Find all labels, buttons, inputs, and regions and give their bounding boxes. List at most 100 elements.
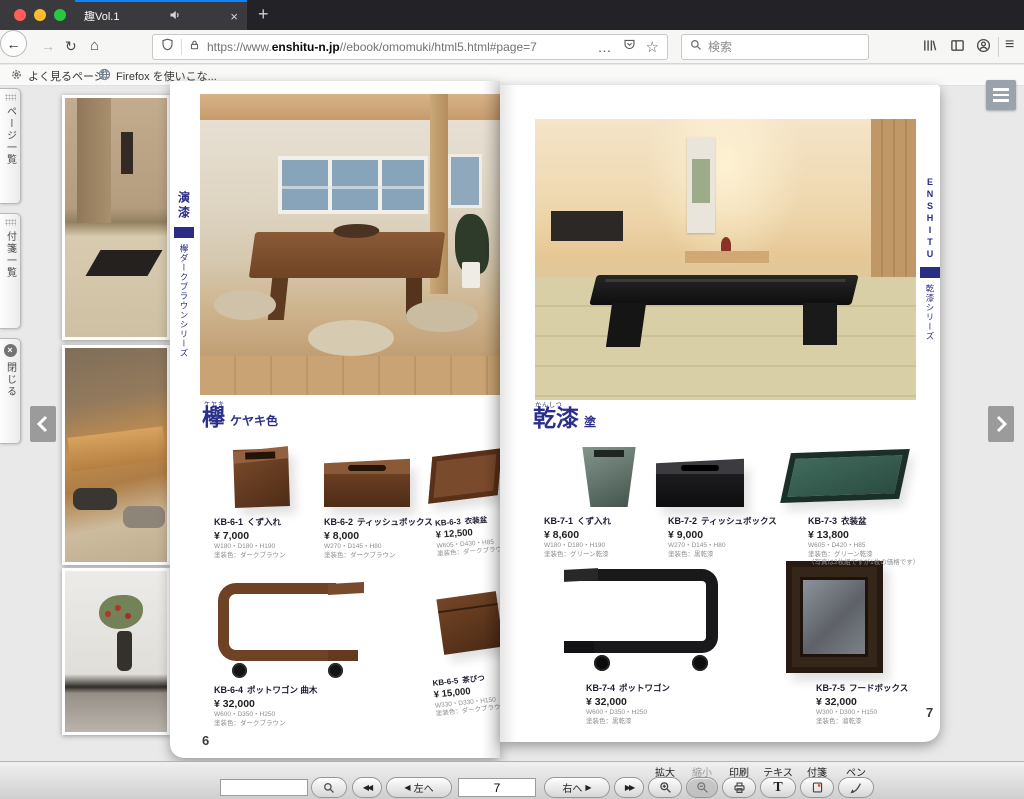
sidebar-toggle-icon[interactable] [950,38,965,58]
lock-icon[interactable] [189,38,200,56]
bookmark-frequent[interactable]: よく見るページ [10,68,105,84]
page-number-left: 6 [202,733,209,748]
book-page-left[interactable]: 演漆 欅ダークブラウンシリーズ 欅ケヤキケヤキ色 KB-6-1くず入れ ¥ 7,… [170,81,500,758]
thumb-door-shape [77,98,111,223]
spine-series-text: 欅ダークブラウンシリーズ [178,244,190,358]
back-button[interactable]: ← [0,30,27,57]
product-photo-kb-7-2 [656,461,744,507]
traffic-minimize-icon[interactable] [34,9,46,21]
page-thumbnail-1[interactable] [62,95,170,340]
sidebar-tab-label: ページ一覧 [3,106,18,166]
thumbnail-photo [65,571,167,732]
right-triangle-icon: ▶ [585,784,591,792]
product-photo-kb-6-4 [210,577,368,683]
sidebar-tab-note-list[interactable]: 付箋一覧 [0,213,21,329]
forward-button[interactable]: → [41,39,55,53]
text-tool-button[interactable]: T [760,777,796,798]
page-thumbnail-2[interactable] [62,345,170,565]
search-icon [690,38,702,56]
photo-black-table-top [589,275,858,305]
tab-close-icon[interactable]: × [230,10,238,23]
search-input[interactable] [708,40,838,54]
thumbnail-photo [65,348,167,562]
product-info-kb-6-4: KB-6-4ポットワゴン 曲木 ¥ 32,000 W600・D350・H250 … [214,685,324,728]
right-page-hero-photo [535,119,916,400]
traffic-zoom-icon[interactable] [54,9,66,21]
zoom-in-button[interactable] [648,777,682,798]
tracking-shield-icon[interactable] [161,38,174,56]
thumb-cushion-shape [123,506,165,528]
browser-tab[interactable]: 趣Vol.1 × [75,0,247,30]
sidebar-tab-close[interactable]: × 閉じる [0,338,21,444]
product-photo-kb-7-3 [780,449,910,503]
product-info-kb-6-2: KB-6-2ティッシュボックス ¥ 8,000 W270・D145・H80 塗装… [324,517,434,560]
spine-brand-text: 演漆 [176,191,193,221]
find-button[interactable] [311,777,347,798]
close-circle-icon: × [4,344,17,357]
traffic-close-icon[interactable] [14,9,26,21]
pocket-icon[interactable] [623,38,636,56]
hamburger-menu-icon[interactable]: ≡ [1005,37,1014,53]
page-number-input[interactable] [458,778,536,797]
find-in-book-input[interactable] [220,779,308,796]
url-text[interactable]: https://www.enshitu-n.jp//ebook/omomuki/… [207,40,537,54]
gear-icon [10,68,23,84]
reload-button[interactable]: ↻ [65,39,77,53]
page-next-arrow-button[interactable] [988,406,1014,442]
first-page-button[interactable]: ◀◀ [352,777,382,798]
pen-tool-button[interactable] [838,777,874,798]
photo-cushion-shape [406,300,478,332]
search-icon [323,782,335,794]
photo-vase-shape [462,262,480,288]
page-prev-arrow-button[interactable] [30,406,56,442]
sidebar-tab-page-list[interactable]: ページ一覧 [0,88,21,204]
toolbar-divider [998,37,999,57]
zoom-in-icon [659,781,672,794]
library-icon[interactable] [922,38,937,58]
home-button[interactable]: ⌂ [90,38,99,53]
sticky-note-icon [811,781,824,794]
product-info-kb-7-4: KB-7-4ポットワゴン ¥ 32,000 W600・D350・H250 塗装色… [586,683,696,726]
furigana: ケヤキ [204,399,225,408]
photo-window-shape [448,154,482,208]
new-tab-button[interactable]: + [258,3,269,25]
grip-dots-icon [5,94,16,101]
tab-strip [247,0,1024,30]
product-photo-kb-7-1 [580,447,638,507]
thumb-cushion-shape [73,488,117,510]
photo-cushion-shape [214,290,276,320]
product-photo-kb-6-2 [324,461,410,507]
product-photo-kb-7-5 [786,561,883,673]
zoom-out-button[interactable] [686,777,718,798]
page-thumbnail-3[interactable] [62,568,170,735]
navigation-toolbar: ← → ↻ ⌂ https://www.enshitu-n.jp//ebook/… [0,30,1024,64]
sidebar-tab-label: 付箋一覧 [3,231,18,279]
search-bar[interactable] [681,34,869,60]
product-photo-kb-6-3 [428,448,502,503]
next-page-button[interactable]: 右へ ▶ [544,777,610,798]
bookmark-star-icon[interactable]: ☆ [646,38,659,56]
photo-window-shape [278,156,428,214]
viewer-toolbar: ◀◀ ◀ 左へ 右へ ▶ ▶▶ 拡大 縮小 印刷 テキスト T 付箋 ペン [0,761,1024,799]
urlbar-divider [181,39,182,55]
sticky-note-button[interactable] [800,777,834,798]
printer-icon [733,781,746,794]
tab-audio-icon[interactable] [169,9,181,24]
sidebar-tab-label: 閉じる [3,362,18,398]
viewer-menu-button[interactable] [986,80,1016,110]
page-actions-icon[interactable]: … [598,39,613,55]
print-button[interactable] [722,777,756,798]
left-triangle-icon: ◀ [404,784,410,792]
tab-title: 趣Vol.1 [84,8,119,24]
last-page-button[interactable]: ▶▶ [614,777,644,798]
product-photo-kb-7-4 [564,561,736,677]
thumb-table-shape [67,426,166,471]
zoom-out-icon [696,781,709,794]
product-photo-kb-6-1 [233,448,290,508]
account-icon[interactable] [976,38,991,58]
url-bar[interactable]: https://www.enshitu-n.jp//ebook/omomuki/… [152,34,668,60]
book-page-right[interactable]: ENSHITU 乾漆シリーズ 乾漆かんしつ塗 KB-7-1くず入れ ¥ 8,60… [500,85,940,742]
globe-icon [98,68,111,84]
prev-page-button[interactable]: ◀ 左へ [386,777,452,798]
photo-black-table-leg [803,303,837,345]
